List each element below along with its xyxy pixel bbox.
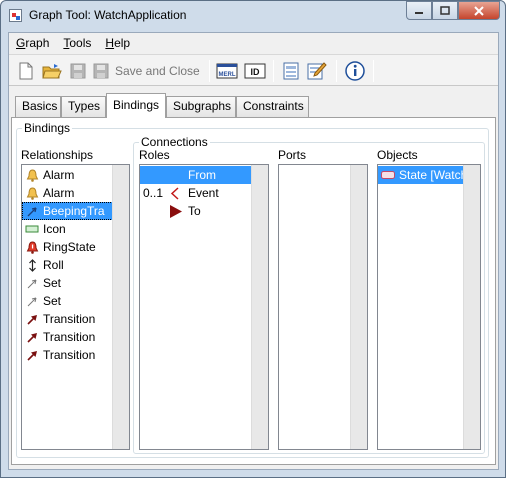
bell-icon — [25, 186, 39, 200]
objects-scrollbar[interactable] — [463, 165, 480, 449]
relationship-item[interactable]: Alarm — [22, 184, 113, 202]
chevron-left-icon — [168, 186, 182, 200]
relationship-item[interactable]: Transition — [22, 328, 113, 346]
graph-tool-window: Graph Tool: WatchApplication Graph Tools… — [0, 0, 506, 478]
save-and-close-button[interactable]: Save and Close — [93, 59, 205, 83]
close-button[interactable] — [458, 1, 500, 20]
open-button[interactable] — [40, 59, 64, 83]
svg-text:MERL: MERL — [219, 72, 236, 78]
relationship-item-selected[interactable]: BeepingTra — [22, 202, 113, 220]
save-button[interactable] — [67, 59, 89, 83]
minimize-icon — [415, 11, 423, 14]
rectangle-icon — [25, 222, 39, 236]
ports-scrollbar[interactable] — [350, 165, 367, 449]
relationship-item[interactable]: RingState — [22, 238, 113, 256]
properties-button[interactable] — [280, 59, 302, 83]
toolbar: Save and Close MERL ID — [9, 54, 498, 86]
tab-bar: Basics Types Bindings Subgraphs Constrai… — [9, 93, 498, 118]
new-button[interactable] — [15, 59, 37, 83]
maximize-button[interactable] — [432, 1, 458, 20]
window-title: Graph Tool: WatchApplication — [29, 8, 187, 22]
objects-list[interactable]: State [Watch — [377, 164, 481, 450]
toolbar-separator — [373, 60, 374, 82]
merl-button[interactable]: MERL — [215, 59, 239, 83]
info-icon — [345, 61, 365, 81]
app-icon — [9, 9, 22, 22]
double-arrow-icon — [25, 258, 39, 272]
relationship-item[interactable]: Set — [22, 274, 113, 292]
alarm-bell-icon — [25, 240, 39, 254]
thin-arrow-icon — [25, 294, 39, 308]
relationship-item[interactable]: Set — [22, 292, 113, 310]
bell-icon — [25, 168, 39, 182]
new-document-icon — [19, 62, 33, 80]
ports-label: Ports — [278, 148, 307, 162]
relationship-item[interactable]: Roll — [22, 256, 113, 274]
dark-arrow-icon — [25, 330, 39, 344]
save-and-close-label: Save and Close — [115, 64, 200, 78]
tab-constraints[interactable]: Constraints — [236, 96, 309, 117]
menu-help[interactable]: Help — [98, 33, 137, 54]
ports-list[interactable] — [278, 164, 368, 450]
info-button[interactable] — [343, 59, 367, 83]
toolbar-separator — [209, 60, 210, 82]
role-item-selected[interactable]: From — [140, 166, 252, 184]
save-disk-icon — [70, 63, 86, 79]
toolbar-separator — [336, 60, 337, 82]
tab-bindings[interactable]: Bindings — [106, 93, 166, 118]
bindings-panel: Bindings Relationships Alarm Alarm Beepi… — [11, 117, 496, 465]
maximize-icon — [440, 6, 450, 15]
role-item[interactable]: To — [140, 202, 252, 220]
dark-arrow-icon — [25, 348, 39, 362]
connections-group-label: Connections — [139, 135, 210, 149]
roles-label: Roles — [139, 148, 170, 162]
relationships-list[interactable]: Alarm Alarm BeepingTra Icon RingState Ro… — [21, 164, 130, 450]
tab-types[interactable]: Types — [61, 96, 106, 117]
triangle-right-icon — [168, 204, 182, 218]
tab-basics[interactable]: Basics — [15, 96, 61, 117]
merl-icon: MERL — [216, 63, 238, 79]
form-icon — [283, 62, 299, 80]
menu-graph[interactable]: Graph — [9, 33, 56, 54]
role-item[interactable]: 0..1 Event — [140, 184, 252, 202]
edit-pencil-icon — [307, 62, 327, 80]
tab-subgraphs[interactable]: Subgraphs — [166, 96, 236, 117]
menu-bar: Graph Tools Help — [9, 33, 498, 54]
edit-button[interactable] — [305, 59, 329, 83]
thin-arrow-icon — [25, 276, 39, 290]
id-icon: ID — [244, 63, 266, 79]
bindings-group-label: Bindings — [22, 121, 73, 135]
toolbar-separator — [273, 60, 274, 82]
relationship-item[interactable]: Transition — [22, 310, 113, 328]
state-icon — [381, 168, 395, 182]
roles-list[interactable]: From 0..1 Event To — [139, 164, 269, 450]
open-folder-icon — [42, 63, 62, 78]
arrow-icon — [25, 204, 39, 218]
menu-tools[interactable]: Tools — [56, 33, 98, 54]
relationship-item[interactable]: Alarm — [22, 166, 113, 184]
relationships-label: Relationships — [21, 148, 94, 162]
svg-text:ID: ID — [251, 67, 261, 77]
minimize-button[interactable] — [406, 1, 432, 20]
role-cardinality: 0..1 — [143, 186, 164, 200]
relationship-item[interactable]: Icon — [22, 220, 113, 238]
relationships-scrollbar[interactable] — [112, 165, 129, 449]
roles-scrollbar[interactable] — [251, 165, 268, 449]
relationship-item[interactable]: Transition — [22, 346, 113, 364]
save-close-disk-icon — [93, 63, 109, 79]
dark-arrow-icon — [25, 312, 39, 326]
object-item-selected[interactable]: State [Watch — [378, 166, 467, 184]
close-icon — [474, 5, 484, 16]
client-area: Graph Tools Help Save and Close MERL ID … — [8, 32, 499, 470]
id-button[interactable]: ID — [243, 59, 267, 83]
title-bar[interactable]: Graph Tool: WatchApplication — [1, 1, 505, 31]
objects-label: Objects — [377, 148, 418, 162]
